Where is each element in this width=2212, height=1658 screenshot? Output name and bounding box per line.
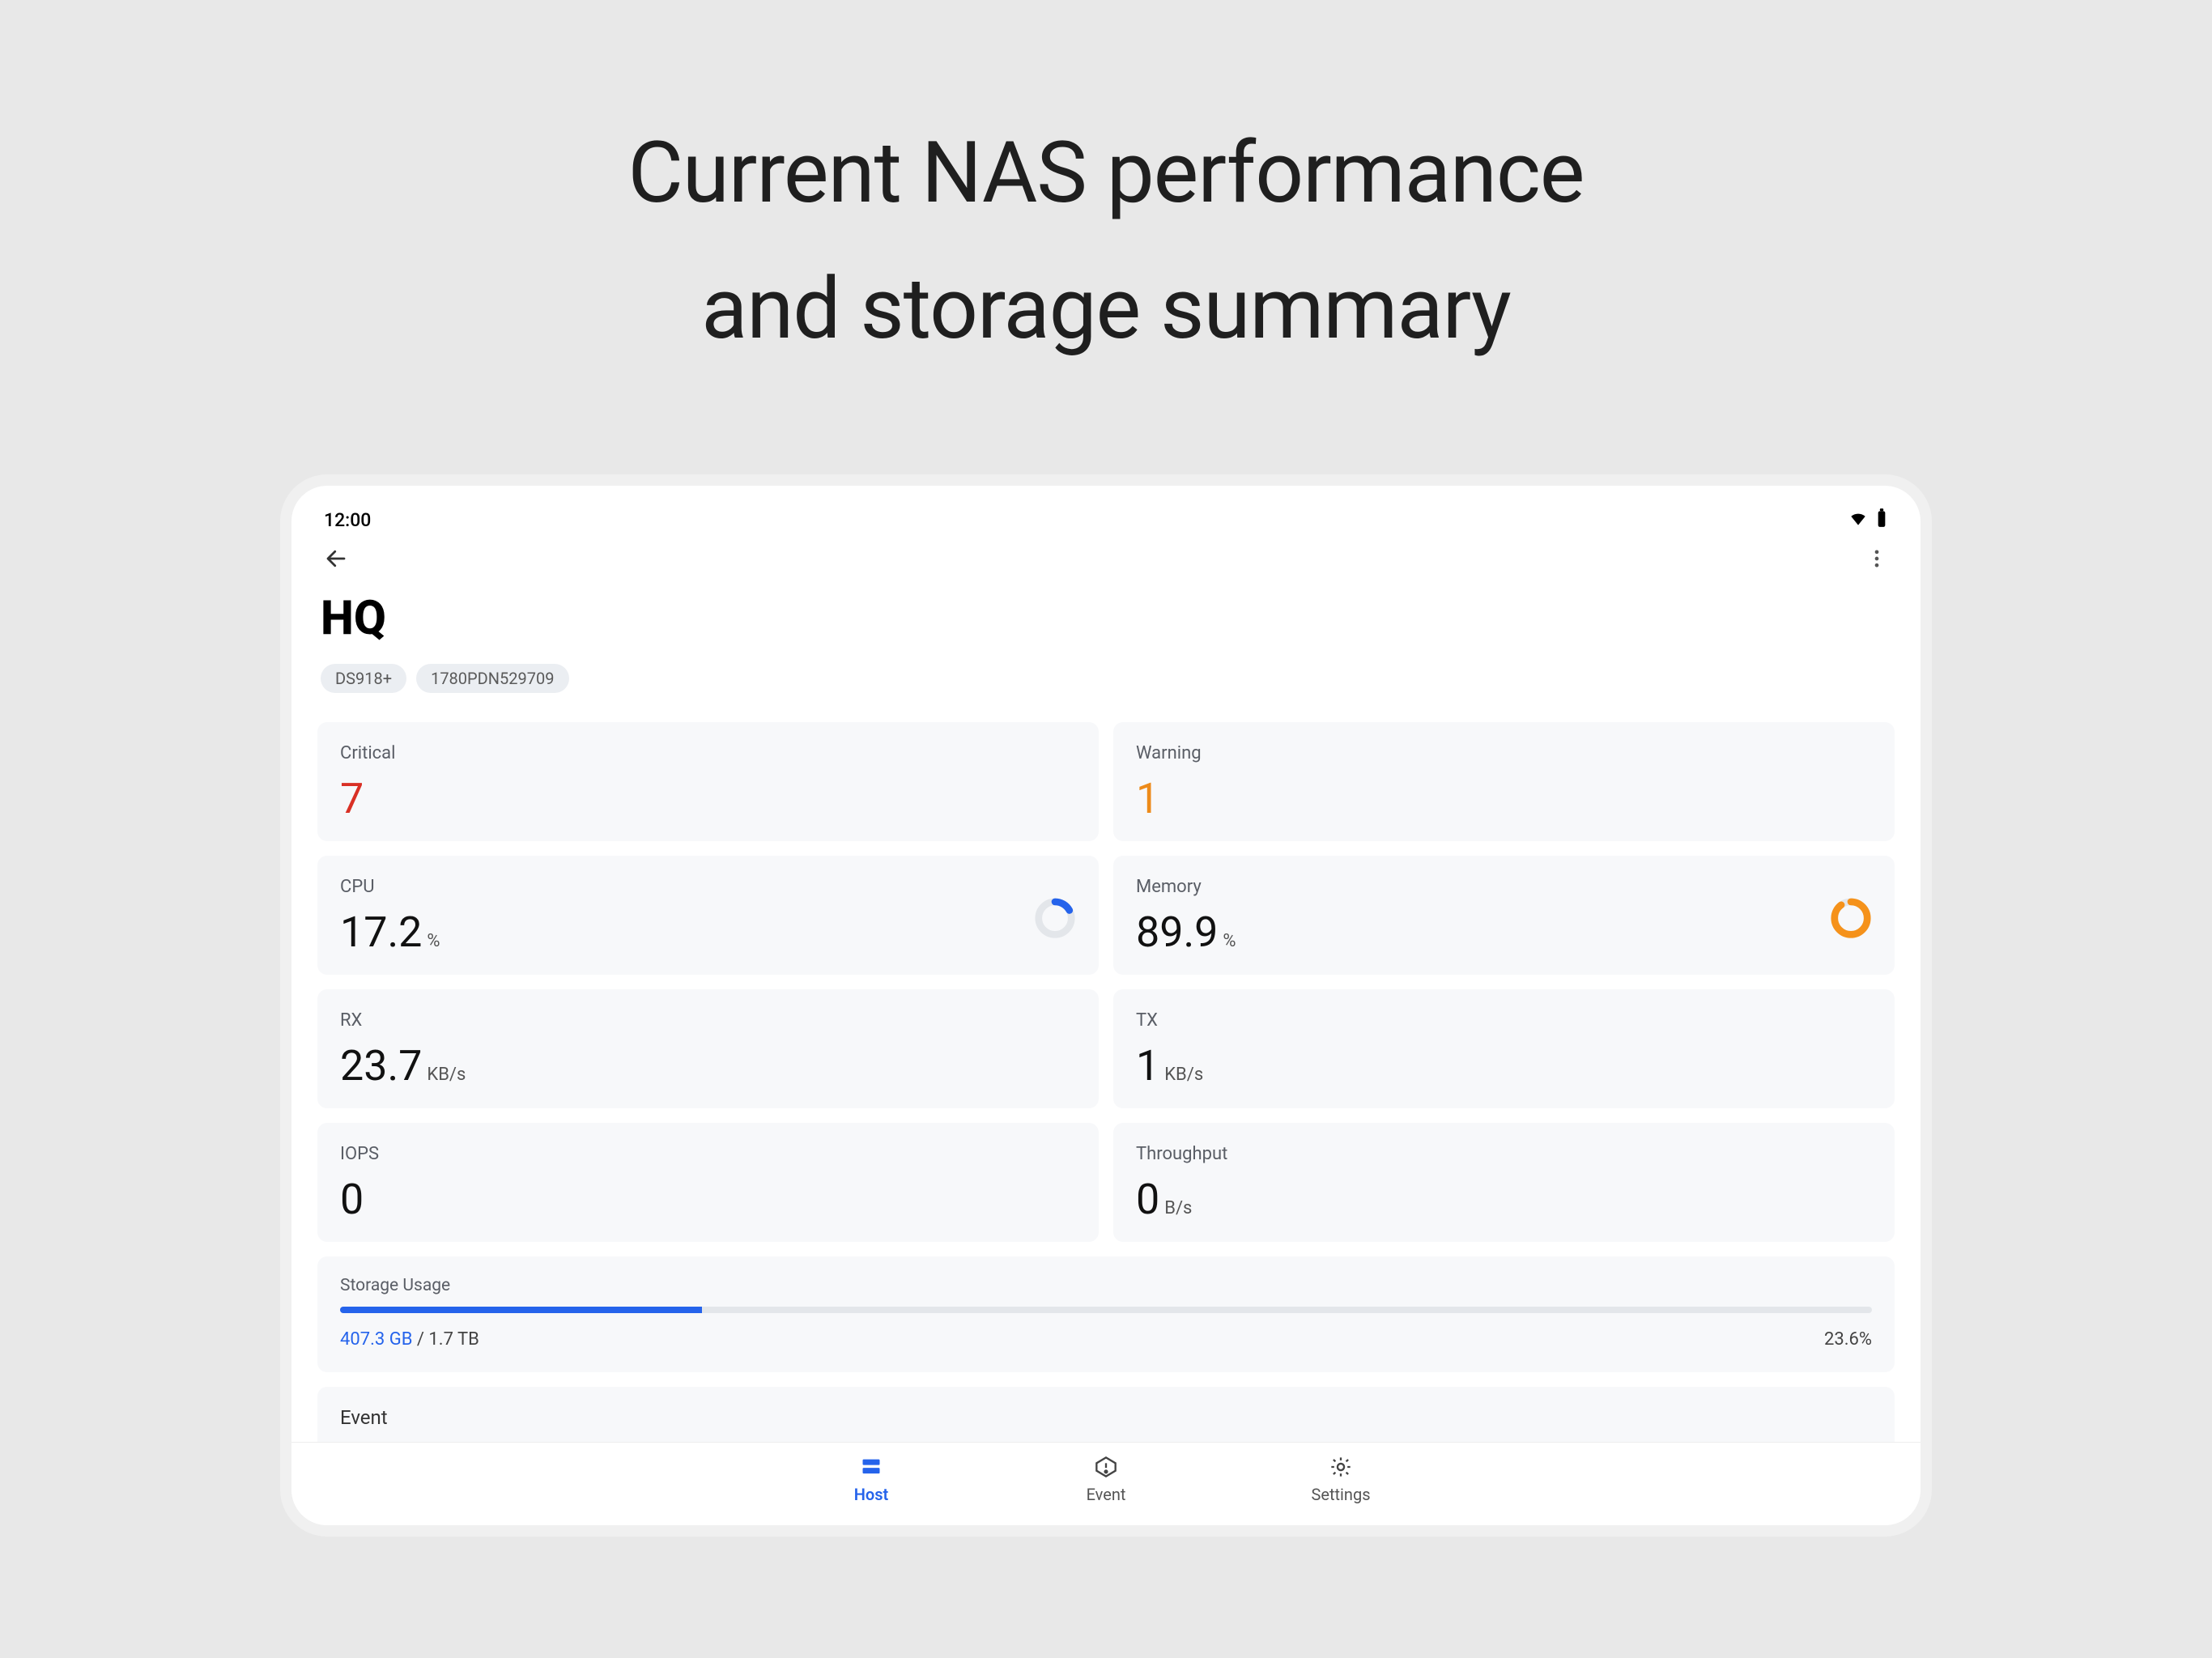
throughput-unit: B/s [1164,1198,1192,1218]
battery-icon [1875,508,1888,532]
settings-icon [1328,1454,1354,1480]
chip-model[interactable]: DS918+ [321,664,406,693]
cpu-value: 17.2 [340,912,422,954]
memory-ring-icon [1830,897,1872,939]
rx-unit: KB/s [427,1065,466,1085]
headline-line1: Current NAS performance [628,123,1585,223]
storage-label: Storage Usage [340,1276,1872,1295]
iops-value: 0 [340,1179,364,1221]
card-storage[interactable]: Storage Usage 407.3 GB / 1.7 TB 23.6% [317,1256,1895,1372]
card-throughput[interactable]: Throughput 0 B/s [1113,1123,1895,1242]
nav-label: Settings [1311,1485,1370,1504]
storage-fill [340,1307,702,1313]
nav-settings[interactable]: Settings [1304,1454,1377,1504]
nav-label: Host [854,1485,888,1504]
back-icon[interactable] [324,546,348,574]
tx-unit: KB/s [1164,1065,1203,1085]
card-rx[interactable]: RX 23.7 KB/s [317,989,1099,1108]
chip-serial[interactable]: 1780PDN529709 [416,664,568,693]
card-memory[interactable]: Memory 89.9 % [1113,856,1895,975]
storage-sep: / [412,1329,428,1350]
app-bar [317,538,1895,583]
card-event[interactable]: Event [317,1387,1895,1442]
card-iops[interactable]: IOPS 0 [317,1123,1099,1242]
warning-count: 1 [1136,778,1159,820]
page-title: HQ [321,591,1891,646]
host-icon [858,1454,884,1480]
event-label: Event [340,1406,1872,1429]
cpu-ring-icon [1034,897,1076,939]
event-icon [1093,1454,1119,1480]
card-label: Warning [1136,743,1872,763]
card-critical[interactable]: Critical 7 [317,722,1099,841]
card-label: CPU [340,877,1076,897]
card-cpu[interactable]: CPU 17.2 % [317,856,1099,975]
nav-event[interactable]: Event [1070,1454,1142,1504]
storage-text: 407.3 GB / 1.7 TB [340,1329,479,1350]
storage-percent: 23.6% [1824,1329,1872,1350]
nav-host[interactable]: Host [835,1454,908,1504]
rx-value: 23.7 [340,1045,422,1087]
headline-line2: and storage summary [701,259,1511,359]
nav-label: Event [1087,1485,1126,1504]
card-label: TX [1136,1010,1872,1031]
storage-bar [340,1307,1872,1313]
status-time: 12:00 [324,509,371,531]
tx-value: 1 [1136,1045,1159,1087]
card-label: Critical [340,743,1076,763]
memory-unit: % [1223,931,1236,951]
memory-value: 89.9 [1136,912,1218,954]
card-tx[interactable]: TX 1 KB/s [1113,989,1895,1108]
card-label: Throughput [1136,1144,1872,1164]
status-bar: 12:00 [317,502,1895,538]
throughput-value: 0 [1136,1179,1159,1221]
card-label: IOPS [340,1144,1076,1164]
bottom-nav: Host Event Settings [291,1442,1921,1525]
device-frame: 12:00 HQ [280,474,1932,1537]
more-icon[interactable] [1865,547,1888,573]
card-label: Memory [1136,877,1872,897]
critical-count: 7 [340,778,364,820]
marketing-headline: Current NAS performance and storage summ… [628,105,1585,377]
storage-used: 407.3 GB [340,1329,412,1350]
cpu-unit: % [427,931,440,951]
storage-total: 1.7 TB [428,1329,479,1350]
card-warning[interactable]: Warning 1 [1113,722,1895,841]
wifi-icon [1848,508,1869,532]
card-label: RX [340,1010,1076,1031]
